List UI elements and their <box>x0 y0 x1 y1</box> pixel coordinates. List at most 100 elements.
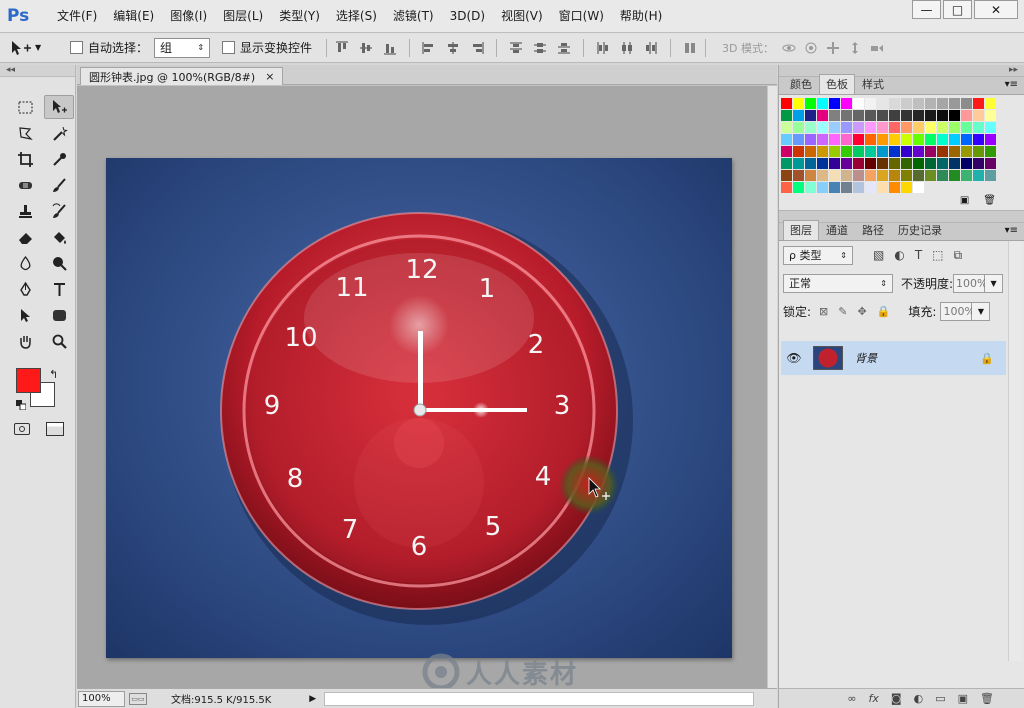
history-brush-tool[interactable] <box>44 199 74 223</box>
swatch[interactable] <box>913 122 924 133</box>
swatch[interactable] <box>805 98 816 109</box>
swatch[interactable] <box>853 170 864 181</box>
filter-pixel-icon[interactable]: ▧ <box>873 248 884 263</box>
swatch[interactable] <box>781 122 792 133</box>
swatch[interactable] <box>889 146 900 157</box>
lasso-tool[interactable] <box>10 121 40 145</box>
tab-styles[interactable]: 样式 <box>855 74 891 94</box>
swatch[interactable] <box>805 170 816 181</box>
canvas-pasteboard[interactable]: 12 1 2 3 4 5 6 7 8 9 10 11 <box>77 86 767 688</box>
swatch[interactable] <box>829 146 840 157</box>
menu-layer[interactable]: 图层(L) <box>215 0 271 33</box>
swatch[interactable] <box>973 98 984 109</box>
3d-roll-icon[interactable] <box>804 41 818 55</box>
swatch[interactable] <box>805 158 816 169</box>
folder-icon[interactable]: ▭ <box>935 692 945 705</box>
swatch[interactable] <box>901 146 912 157</box>
auto-align-icon[interactable] <box>683 41 697 55</box>
swatch[interactable] <box>973 134 984 145</box>
swatch[interactable] <box>901 110 912 121</box>
paint-bucket-tool[interactable] <box>44 225 74 249</box>
swatch[interactable] <box>853 134 864 145</box>
swatch[interactable] <box>949 146 960 157</box>
swatch[interactable] <box>961 110 972 121</box>
align-bottom-icon[interactable] <box>383 41 397 55</box>
swatch[interactable] <box>985 98 996 109</box>
swatch[interactable] <box>829 158 840 169</box>
swatch[interactable] <box>985 110 996 121</box>
swatch[interactable] <box>937 110 948 121</box>
distribute-hcenter-icon[interactable] <box>620 41 634 55</box>
swatch[interactable] <box>889 122 900 133</box>
panel-collapse-icon[interactable]: ◂◂ <box>0 65 75 77</box>
swatch[interactable] <box>985 146 996 157</box>
tab-paths[interactable]: 路径 <box>855 220 891 240</box>
hand-tool[interactable] <box>10 329 40 353</box>
swatch[interactable] <box>973 110 984 121</box>
menu-help[interactable]: 帮助(H) <box>612 0 670 33</box>
fx-icon[interactable]: fx <box>869 692 879 705</box>
swatch[interactable] <box>973 170 984 181</box>
swatch[interactable] <box>781 158 792 169</box>
swatch[interactable] <box>937 98 948 109</box>
menu-image[interactable]: 图像(I) <box>162 0 215 33</box>
menu-filter[interactable]: 滤镜(T) <box>385 0 442 33</box>
swatch[interactable] <box>865 122 876 133</box>
distribute-right-icon[interactable] <box>644 41 658 55</box>
distribute-left-icon[interactable] <box>596 41 610 55</box>
filter-shape-icon[interactable]: ⬚ <box>932 248 943 263</box>
auto-select-checkbox[interactable] <box>70 41 83 54</box>
menu-select[interactable]: 选择(S) <box>328 0 385 33</box>
swatch[interactable] <box>889 182 900 193</box>
swatch[interactable] <box>793 110 804 121</box>
swatch[interactable] <box>781 110 792 121</box>
opacity-input[interactable]: 100% <box>953 273 988 293</box>
swatch[interactable] <box>889 134 900 145</box>
swatch[interactable] <box>793 146 804 157</box>
swatch[interactable] <box>913 158 924 169</box>
swatch[interactable] <box>829 110 840 121</box>
swatch[interactable] <box>901 134 912 145</box>
auto-select-dropdown[interactable]: 组 ⇕ <box>154 37 211 58</box>
swatch[interactable] <box>793 158 804 169</box>
swatch[interactable] <box>973 146 984 157</box>
swatch[interactable] <box>817 158 828 169</box>
filter-adjustment-icon[interactable]: ◐ <box>894 248 904 263</box>
swatch[interactable] <box>937 122 948 133</box>
swatch[interactable] <box>949 170 960 181</box>
swatch[interactable] <box>817 98 828 109</box>
panel-menu-icon[interactable]: ▾≡ <box>1005 79 1018 90</box>
swatch[interactable] <box>841 170 852 181</box>
eye-icon[interactable]: 👁 <box>781 351 807 365</box>
shape-tool[interactable] <box>44 303 74 327</box>
marquee-tool[interactable] <box>10 95 40 119</box>
swatch[interactable] <box>949 158 960 169</box>
swatch[interactable] <box>913 98 924 109</box>
zoom-tool[interactable] <box>44 329 74 353</box>
swatch[interactable] <box>865 98 876 109</box>
swatch[interactable] <box>889 158 900 169</box>
new-layer-icon[interactable]: ▣ <box>958 692 968 705</box>
tab-history[interactable]: 历史记录 <box>891 220 949 240</box>
swatch[interactable] <box>865 158 876 169</box>
swatch[interactable] <box>865 110 876 121</box>
swatch[interactable] <box>889 110 900 121</box>
tab-layers[interactable]: 图层 <box>783 220 819 240</box>
swatch[interactable] <box>913 134 924 145</box>
swatch[interactable] <box>877 182 888 193</box>
swap-colors-icon[interactable]: ↰ <box>49 368 58 381</box>
lock-pixels-icon[interactable]: ✎ <box>838 305 847 318</box>
swatch[interactable] <box>925 98 936 109</box>
swatch[interactable] <box>793 122 804 133</box>
eraser-tool[interactable] <box>10 225 40 249</box>
swatch[interactable] <box>925 134 936 145</box>
swatch[interactable] <box>913 110 924 121</box>
swatch[interactable] <box>949 134 960 145</box>
swatch[interactable] <box>961 146 972 157</box>
swatch[interactable] <box>985 134 996 145</box>
swatch[interactable] <box>937 146 948 157</box>
swatch[interactable] <box>817 110 828 121</box>
swatch[interactable] <box>841 134 852 145</box>
new-swatch-icon[interactable]: ▣ <box>960 195 969 210</box>
swatch[interactable] <box>925 110 936 121</box>
